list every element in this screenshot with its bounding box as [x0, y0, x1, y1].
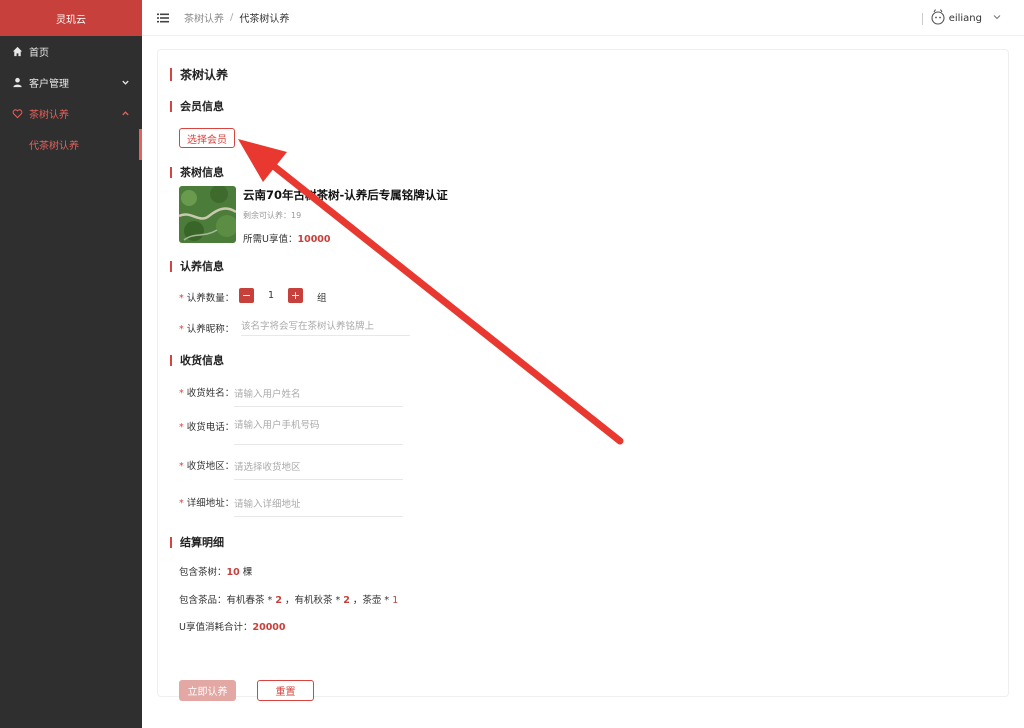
title-bar — [170, 68, 172, 81]
summary-goods: 包含茶品：有机春茶 * 2 ，有机秋茶 * 2 ，茶壶 * 1 — [179, 592, 398, 606]
required-star: * — [179, 461, 184, 472]
goods-qty: 2 — [343, 595, 350, 606]
tea-tree-image — [179, 186, 236, 243]
section-bar — [170, 354, 172, 366]
goods-qty: 2 — [275, 595, 282, 606]
goods-item: ，有机秋茶 * — [281, 595, 344, 606]
label-text: 收货地区： — [186, 461, 235, 472]
avatar — [929, 8, 947, 29]
page-title-text: 茶树认养 — [180, 68, 229, 82]
sidebar-item-customers[interactable]: 客户管理 — [0, 67, 142, 98]
sidebar-item-label: 茶树认养 — [29, 110, 69, 121]
quantity-plus-button[interactable]: + — [288, 288, 303, 303]
breadcrumb-current: 代茶树认养 — [239, 14, 290, 25]
section-bar — [170, 166, 172, 178]
remaining-label: 剩余可认养： — [243, 211, 291, 220]
section-summary: 结算明细 — [170, 534, 224, 550]
required-star: * — [179, 388, 184, 399]
menu-toggle-icon[interactable] — [157, 12, 169, 24]
remaining-value: 19 — [291, 211, 302, 220]
label-text: 收货电话： — [186, 422, 235, 433]
label-text: 收货姓名： — [186, 388, 235, 399]
breadcrumb-separator: / — [230, 12, 234, 23]
address-input[interactable] — [234, 492, 403, 517]
summary-label: U享值消耗合计： — [179, 622, 253, 633]
select-member-button[interactable]: 选择会员 — [179, 128, 235, 148]
section-label: 收货信息 — [180, 354, 224, 367]
receiver-name-label: * 收货姓名： — [179, 385, 234, 399]
summary-label: 包含茶树： — [179, 567, 227, 578]
required-star: * — [179, 498, 184, 509]
label-text: 详细地址： — [186, 498, 235, 509]
submit-adopt-button[interactable]: 立即认养 — [179, 680, 236, 701]
user-icon — [11, 77, 23, 89]
receiver-name-input[interactable] — [234, 382, 403, 407]
nickname-input[interactable] — [241, 318, 410, 336]
sidebar-subitem-proxy-adoption[interactable]: 代茶树认养 — [0, 129, 142, 160]
receiver-region-select[interactable] — [234, 455, 403, 480]
quantity-label: * 认养数量： — [179, 290, 234, 304]
remaining-count: 剩余可认养：19 — [243, 210, 301, 221]
divider — [921, 12, 923, 25]
required-points: 所需U享值：10000 — [243, 231, 331, 245]
receiver-region-label: * 收货地区： — [179, 458, 234, 472]
quantity-unit: 组 — [317, 293, 327, 304]
sidebar-item-home[interactable]: 首页 — [0, 36, 142, 67]
goods-qty: 1 — [392, 595, 399, 606]
section-label: 结算明细 — [180, 536, 224, 549]
section-bar — [170, 100, 172, 112]
required-value: 10000 — [297, 234, 331, 245]
breadcrumb-item[interactable]: 茶树认养 — [184, 10, 224, 25]
summary-trees: 包含茶树：10 棵 — [179, 564, 252, 578]
address-label: * 详细地址： — [179, 495, 234, 509]
heart-icon — [11, 108, 23, 120]
sidebar-item-label: 客户管理 — [29, 79, 69, 90]
reset-button[interactable]: 重置 — [257, 680, 314, 701]
active-indicator — [139, 129, 142, 160]
sidebar-item-label: 代茶树认养 — [29, 141, 79, 152]
section-member: 会员信息 — [170, 98, 224, 114]
summary-total: U享值消耗合计：20000 — [179, 619, 286, 633]
sidebar-item-tea-adoption[interactable]: 茶树认养 — [0, 98, 142, 129]
trees-count: 10 — [226, 567, 240, 578]
section-label: 茶树信息 — [180, 166, 224, 179]
required-star: * — [179, 422, 184, 433]
summary-label: 包含茶品： — [179, 595, 227, 606]
section-adopt: 认养信息 — [170, 258, 224, 274]
chevron-down-icon — [120, 77, 130, 87]
goods-item: ，茶壶 * — [349, 595, 393, 606]
quantity-value: 1 — [268, 290, 275, 301]
label-text: 认养昵称： — [186, 324, 235, 335]
home-icon — [11, 46, 23, 58]
section-bar — [170, 536, 172, 548]
top-header: 茶树认养 / 代茶树认养 eiliang — [142, 0, 1024, 36]
chevron-down-icon — [992, 12, 1002, 25]
quantity-minus-button[interactable]: − — [239, 288, 254, 303]
breadcrumb: 茶树认养 / 代茶树认养 — [184, 10, 289, 25]
receiver-phone-label: * 收货电话： — [179, 419, 234, 433]
total-value: 20000 — [252, 622, 286, 633]
app-logo: 灵玑云 — [0, 0, 142, 36]
required-star: * — [179, 293, 184, 304]
section-label: 会员信息 — [180, 100, 224, 113]
section-bar — [170, 260, 172, 272]
page-title: 茶树认养 — [170, 66, 228, 83]
label-text: 认养数量： — [186, 293, 235, 304]
section-tree: 茶树信息 — [170, 164, 224, 180]
required-label: 所需U享值： — [243, 234, 298, 245]
required-star: * — [179, 324, 184, 335]
nickname-label: * 认养昵称： — [179, 321, 234, 335]
section-label: 认养信息 — [180, 260, 224, 273]
receiver-phone-input[interactable] — [234, 416, 403, 445]
section-shipping: 收货信息 — [170, 352, 224, 368]
goods-item: 有机春茶 * — [226, 595, 276, 606]
sidebar-item-label: 首页 — [29, 48, 49, 59]
sidebar: 灵玑云 首页 客户管理 茶树认养 代茶树认养 — [0, 0, 142, 728]
product-title: 云南70年古树茶树-认养后专属铭牌认证 — [243, 188, 448, 202]
user-menu[interactable]: eiliang — [921, 8, 1002, 29]
username: eiliang — [948, 13, 982, 24]
trees-unit: 棵 — [239, 567, 253, 578]
chevron-up-icon — [120, 108, 130, 118]
